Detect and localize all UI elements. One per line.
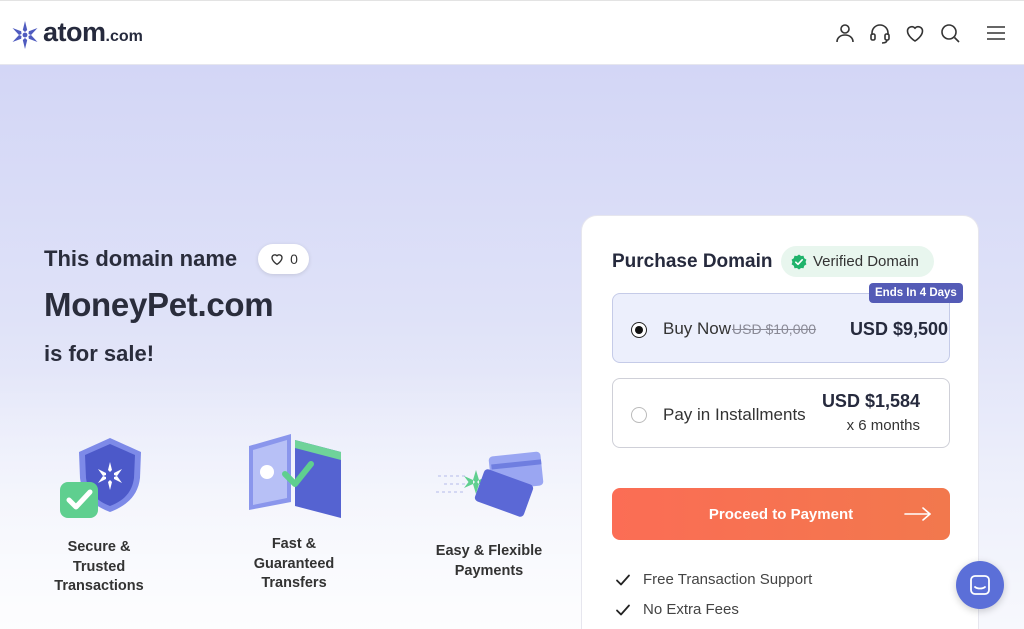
hero-line-1: This domain name xyxy=(44,246,238,271)
old-price: USD $10,000 xyxy=(732,321,817,337)
perk-label: Free Transaction Support xyxy=(643,571,813,588)
perk-item: Free Transaction Support xyxy=(615,571,812,588)
like-count: 0 xyxy=(290,251,298,267)
like-button[interactable]: 0 xyxy=(258,244,309,274)
domain-name: MoneyPet.com xyxy=(44,286,274,323)
headset-icon[interactable] xyxy=(868,21,892,45)
feature-label-line: Fast & xyxy=(271,536,317,552)
option-label: Pay in Installments xyxy=(663,405,806,424)
feature-label-line: Guaranteed xyxy=(253,555,335,572)
option-price: USD $9,500 xyxy=(849,319,948,339)
site-header: atom.com xyxy=(0,0,1024,65)
option-buy-now[interactable]: Buy Now USD $10,000 USD $9,500 xyxy=(612,293,950,363)
proceed-label: Proceed to Payment xyxy=(708,505,854,523)
option-label: Buy Now xyxy=(663,319,732,338)
heart-outline-icon xyxy=(271,254,283,266)
check-icon xyxy=(616,604,630,615)
installment-term: x 6 months xyxy=(846,417,920,434)
atom-logo[interactable]: atom.com xyxy=(11,17,143,52)
chat-icon xyxy=(970,575,990,595)
heart-icon[interactable] xyxy=(903,21,927,45)
feature-label-line: Trusted xyxy=(72,558,126,575)
menu-icon[interactable] xyxy=(984,21,1008,45)
verified-badge: Verified Domain xyxy=(781,246,934,277)
feature-label-line: Transfers xyxy=(261,575,327,591)
option-installments[interactable]: Pay in Installments USD $1,584 x 6 month… xyxy=(612,378,950,448)
purchase-title: Purchase Domain xyxy=(612,251,773,272)
transfer-icon xyxy=(249,434,341,518)
feature-label-line: Payments xyxy=(454,562,524,579)
arrow-right-icon xyxy=(904,507,931,521)
verified-label: Verified Domain xyxy=(813,253,919,270)
search-icon[interactable] xyxy=(938,21,962,45)
feature-label-line: Transactions xyxy=(54,578,144,594)
radio-unselected[interactable] xyxy=(631,407,647,423)
user-icon[interactable] xyxy=(833,21,857,45)
atom-star-icon xyxy=(12,20,38,49)
perk-label: No Extra Fees xyxy=(643,601,739,618)
feature-label-line: Easy & Flexible xyxy=(435,543,543,559)
verified-check-icon xyxy=(791,254,807,269)
check-icon xyxy=(616,574,630,585)
proceed-to-payment-button[interactable]: Proceed to Payment xyxy=(612,488,950,540)
ends-in-badge: Ends In 4 Days xyxy=(869,283,963,303)
chat-launcher-button[interactable] xyxy=(956,561,1004,609)
shield-check-icon xyxy=(60,438,141,518)
radio-selected[interactable] xyxy=(631,322,647,338)
perk-item: No Extra Fees xyxy=(615,601,739,618)
feature-label-line: Secure & xyxy=(67,539,131,555)
cards-icon xyxy=(436,451,544,517)
brand-name: atom.com xyxy=(43,17,143,47)
option-price: USD $1,584 xyxy=(821,391,920,411)
purchase-card: Purchase Domain Verified Domain Ends In … xyxy=(581,215,979,629)
hero-line-3: is for sale! xyxy=(44,341,155,366)
